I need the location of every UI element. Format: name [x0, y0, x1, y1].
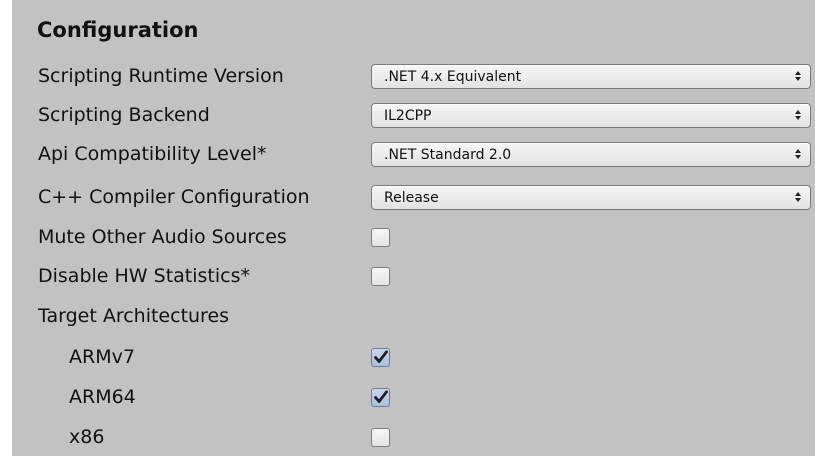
api-compatibility-value: .NET Standard 2.0 — [384, 147, 512, 163]
cpp-compiler-label: C++ Compiler Configuration — [38, 186, 310, 208]
scripting-backend-dropdown[interactable]: IL2CPP — [371, 103, 811, 128]
mute-audio-label: Mute Other Audio Sources — [38, 226, 287, 248]
configuration-panel: Configuration Scripting Runtime Version … — [12, 0, 815, 456]
up-down-arrows-icon — [795, 192, 801, 202]
architecture-row-arm64: ARM64 — [12, 379, 815, 415]
scripting-backend-value: IL2CPP — [384, 108, 432, 124]
scripting-runtime-dropdown[interactable]: .NET 4.x Equivalent — [371, 64, 811, 89]
setting-row-target-architectures: Target Architectures — [12, 298, 815, 334]
cpp-compiler-value: Release — [384, 190, 439, 206]
up-down-arrows-icon — [795, 71, 801, 81]
api-compatibility-label: Api Compatibility Level* — [38, 143, 267, 165]
setting-row-api-compatibility: Api Compatibility Level* .NET Standard 2… — [12, 136, 815, 172]
disable-hw-stats-label: Disable HW Statistics* — [38, 265, 250, 287]
x86-label: x86 — [69, 426, 105, 448]
x86-checkbox[interactable] — [371, 428, 390, 447]
checkmark-icon — [374, 350, 388, 363]
arm64-checkbox[interactable] — [371, 388, 390, 407]
setting-row-scripting-backend: Scripting Backend IL2CPP — [12, 97, 815, 133]
section-title: Configuration — [37, 18, 199, 42]
scripting-backend-label: Scripting Backend — [38, 104, 210, 126]
architecture-row-x86: x86 — [12, 419, 815, 455]
cpp-compiler-dropdown[interactable]: Release — [371, 185, 811, 210]
arm64-label: ARM64 — [69, 386, 136, 408]
setting-row-cpp-compiler: C++ Compiler Configuration Release — [12, 179, 815, 215]
api-compatibility-dropdown[interactable]: .NET Standard 2.0 — [371, 142, 811, 167]
setting-row-mute-audio: Mute Other Audio Sources — [12, 219, 815, 255]
scripting-runtime-value: .NET 4.x Equivalent — [384, 69, 522, 85]
up-down-arrows-icon — [795, 149, 801, 159]
setting-row-scripting-runtime: Scripting Runtime Version .NET 4.x Equiv… — [12, 58, 815, 94]
armv7-checkbox[interactable] — [371, 348, 390, 367]
target-architectures-label: Target Architectures — [38, 305, 230, 327]
armv7-label: ARMv7 — [69, 346, 135, 368]
mute-audio-checkbox[interactable] — [371, 228, 390, 247]
setting-row-disable-hw-stats: Disable HW Statistics* — [12, 258, 815, 294]
up-down-arrows-icon — [795, 110, 801, 120]
checkmark-icon — [374, 390, 388, 403]
scripting-runtime-label: Scripting Runtime Version — [38, 65, 284, 87]
disable-hw-stats-checkbox[interactable] — [371, 267, 390, 286]
architecture-row-armv7: ARMv7 — [12, 339, 815, 375]
